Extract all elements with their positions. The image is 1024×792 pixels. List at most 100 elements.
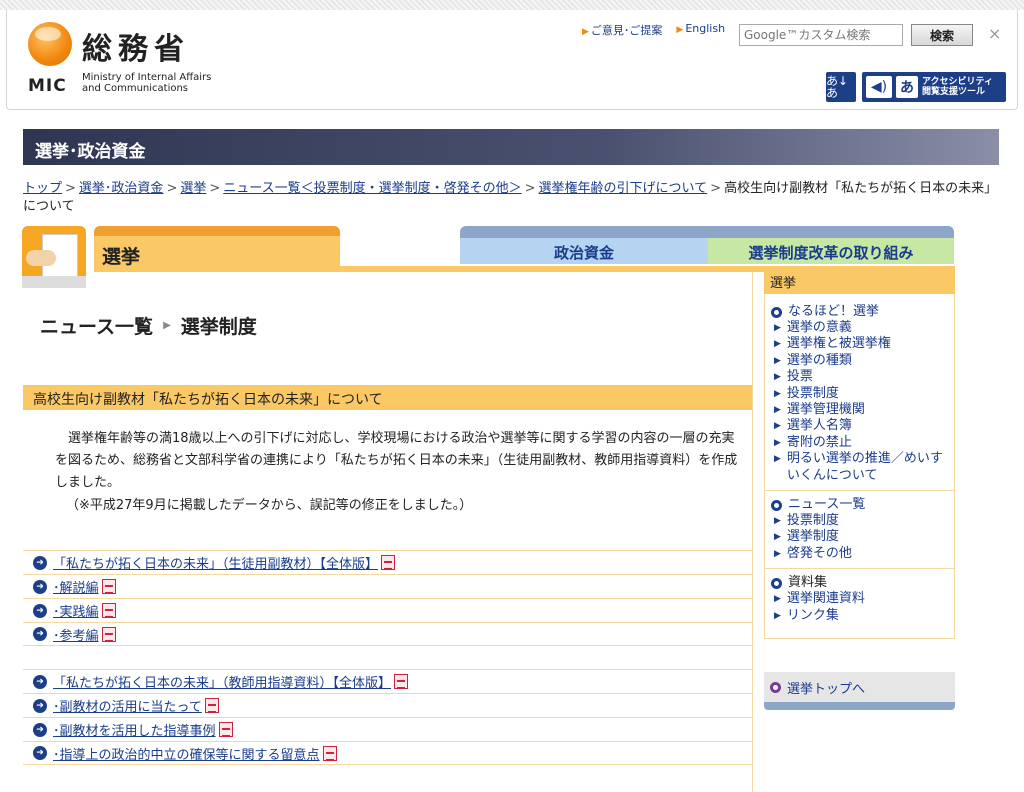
tab-electoral-reform[interactable]: 選挙制度改革の取り組み (708, 238, 954, 264)
circle-bullet-icon (771, 499, 782, 511)
opinion-link-label: ご意見･ご提案 (590, 24, 663, 37)
top-links: ▶ ご意見･ご提案 ▶ English (582, 22, 725, 38)
sidebar-item[interactable]: ▶ 選挙人名簿 (771, 418, 948, 434)
sidebar-item[interactable]: ▶ 選挙関連資料 (771, 591, 948, 607)
tab-group-bar (460, 226, 954, 238)
opinion-link[interactable]: ▶ ご意見･ご提案 (582, 22, 662, 38)
sidebar-item[interactable]: ▶ 明るい選挙の推進／めいすいくんについて (771, 451, 948, 484)
breadcrumb: トップ > 選挙･政治資金 > 選挙 > ニュース一覧＜投票制度・選挙制度・啓発その他＞ > 選… (23, 180, 1003, 216)
sidebar-item[interactable]: ▶ リンク集 (771, 608, 948, 624)
sidebar-item[interactable]: ▶ 寄附の禁止 (771, 435, 948, 451)
sidebar-item-label: 選挙の種類 (786, 352, 852, 368)
arrow-right-circle-icon: ➜ (33, 698, 47, 713)
arrow-right-circle-icon: ➜ (33, 674, 47, 689)
breadcrumb-voting-age[interactable]: 選挙権年齢の引下げについて (539, 181, 708, 196)
list-item: ➜ ･副教材を活用した指導事例 (23, 717, 752, 741)
triangle-right-icon: ▶ (774, 548, 781, 559)
page-title: ニュース一覧 ▶ 選挙制度 (40, 312, 257, 339)
arrow-right-circle-icon: ➜ (33, 627, 47, 641)
triangle-right-icon: ▶ (774, 323, 781, 333)
sidebar-item-label: 選挙権と被選挙権 (786, 336, 891, 352)
sidebar-group-title: ニュース一覧 (788, 497, 866, 513)
arrow-right-circle-icon: ➜ (33, 722, 47, 737)
breadcrumb-news-list[interactable]: ニュース一覧＜投票制度・選挙制度・啓発その他＞ (223, 181, 521, 196)
pdf-icon (101, 626, 116, 642)
search-button[interactable]: 検索 (911, 24, 973, 46)
triangle-right-icon: ▶ (774, 610, 781, 621)
doc-link-teacher-full[interactable]: 「私たちが拓く日本の未来」（教師用指導資料）【全体版】 (53, 672, 391, 691)
breadcrumb-election[interactable]: 選挙 (180, 181, 206, 196)
list-item: ➜ 「私たちが拓く日本の未来」（教師用指導資料）【全体版】 (23, 669, 752, 693)
list-item: ➜ ･解説編 (23, 574, 752, 598)
doc-link-examples[interactable]: ･副教材を活用した指導事例 (53, 720, 216, 739)
sidebar-item[interactable]: ▶ 選挙の意義 (771, 320, 948, 336)
pdf-icon (218, 722, 233, 737)
doc-link-reference[interactable]: ･参考編 (53, 625, 99, 644)
sidebar-divider (765, 490, 954, 492)
doc-link-neutrality[interactable]: ･指導上の政治的中立の確保等に関する留意点 (53, 744, 320, 763)
triangle-right-icon: ▶ (774, 372, 781, 383)
tab-election[interactable]: 選挙 (94, 226, 340, 268)
student-doc-list: ➜ 「私たちが拓く日本の未来」（生徒用副教材）【全体版】 ➜ ･解説編 ➜ ･実践編 … (23, 550, 752, 646)
sidebar-item[interactable]: ▶ 投票制度 (771, 513, 948, 529)
english-link-label: English (685, 22, 726, 35)
triangle-right-icon: ▶ (774, 594, 781, 605)
sidebar-item-label: 選挙関連資料 (786, 591, 865, 607)
doc-link-usage[interactable]: ･副教材の活用に当たって (53, 696, 202, 715)
content-divider (752, 272, 753, 792)
close-icon[interactable]: × (988, 24, 1001, 43)
teacher-doc-list: ➜ 「私たちが拓く日本の未来」（教師用指導資料）【全体版】 ➜ ･副教材の活用に当た… (23, 669, 752, 765)
breadcrumb-election-funds[interactable]: 選挙･政治資金 (79, 181, 164, 196)
sidebar-item-label: 投票 (786, 369, 813, 385)
doc-link-student-full[interactable]: 「私たちが拓く日本の未来」（生徒用副教材）【全体版】 (53, 553, 378, 572)
sidebar-group-news[interactable]: ニュース一覧 (771, 497, 948, 513)
sidebar-bottom-bar (764, 702, 955, 710)
sidebar-item[interactable]: ▶ 啓発その他 (771, 546, 948, 562)
sidebar-item-label: 選挙人名簿 (786, 418, 852, 434)
triangle-right-icon: ▶ (774, 355, 781, 366)
sidebar-group-title: 資料集 (788, 575, 828, 591)
sidebar-item[interactable]: ▶ 選挙管理機関 (771, 402, 948, 418)
sidebar-item[interactable]: ▶ 選挙制度 (771, 529, 948, 545)
accessibility-button[interactable]: ◀) あ アクセシビリティ 閲覧支援ツール (862, 72, 1006, 102)
circle-bullet-icon (771, 577, 782, 589)
election-top-link[interactable]: 選挙トップへ (764, 672, 955, 702)
doc-link-commentary[interactable]: ･解説編 (53, 577, 99, 596)
sidebar-item-label: 明るい選挙の推進／めいすいくんについて (786, 451, 943, 483)
triangle-right-icon: ▶ (582, 27, 589, 37)
logo-mic[interactable]: MIC (28, 76, 67, 96)
list-item: ➜ ･参考編 (23, 622, 752, 646)
sidebar: 選挙 なるほど！選挙 ▶ 選挙の意義 ▶ 選挙権と被選挙権 ▶ 選挙の種類 ▶ 投票 ▶… (764, 266, 955, 640)
list-item: ➜ ･副教材の活用に当たって (23, 693, 752, 717)
article-note: （※平成27年9月に掲載したデータから、誤記等の修正をしました。） (66, 498, 473, 513)
sidebar-item-label: 寄附の禁止 (786, 434, 852, 450)
english-link[interactable]: ▶ English (676, 22, 725, 38)
sidebar-group-title: なるほど！選挙 (788, 304, 880, 319)
section-title-bar: 選挙･政治資金 (23, 129, 999, 165)
pdf-icon (322, 745, 337, 761)
triangle-right-icon: ▶ (774, 339, 781, 350)
breadcrumb-top[interactable]: トップ (23, 181, 62, 196)
accessibility-label: アクセシビリティ 閲覧支援ツール (922, 77, 993, 97)
logo-en-line1: Ministry of Internal Affairs (82, 72, 212, 83)
sidebar-item-label: 投票制度 (786, 513, 839, 529)
article-paragraph: 選挙権年齢等の満18歳以上への引下げに対応し、学校現場における政治や選挙等に関す… (55, 431, 738, 490)
speaker-icon: ◀) (866, 76, 892, 98)
tab-political-funds[interactable]: 政治資金 (460, 238, 708, 264)
sidebar-group-naruhodo[interactable]: なるほど！選挙 (771, 304, 948, 320)
sidebar-item[interactable]: ▶ 投票制度 (771, 386, 948, 402)
sidebar-item[interactable]: ▶ 投票 (771, 369, 948, 385)
mic-logo-icon[interactable] (28, 22, 72, 66)
list-item: ➜ ･指導上の政治的中立の確保等に関する留意点 (23, 741, 752, 765)
triangle-right-icon: ▶ (774, 516, 781, 527)
furigana-button[interactable]: あ↓あ (826, 72, 856, 102)
sidebar-item[interactable]: ▶ 選挙権と被選挙権 (771, 336, 948, 352)
logo-kanji[interactable]: 総務省 (82, 24, 190, 68)
triangle-right-icon: ▶ (163, 320, 171, 331)
page-title-news: ニュース一覧 (40, 316, 154, 338)
breadcrumb-separator: > (524, 181, 536, 196)
search-input[interactable] (739, 24, 903, 46)
doc-link-practice[interactable]: ･実践編 (53, 601, 99, 620)
breadcrumb-separator: > (166, 181, 178, 196)
sidebar-item[interactable]: ▶ 選挙の種類 (771, 353, 948, 369)
